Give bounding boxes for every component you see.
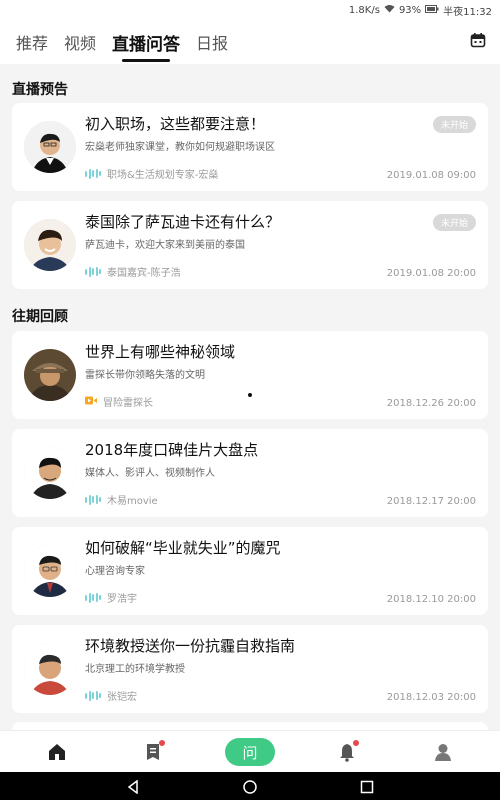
system-nav-bar	[0, 772, 500, 800]
live-time: 2019.01.08 20:00	[386, 268, 476, 279]
host-name: 罗浩宇	[107, 594, 137, 605]
host-name: 泰国嘉宾-陈子浩	[107, 268, 181, 279]
notification-dot	[353, 740, 359, 746]
host-name: 职场&生活规划专家-宏燊	[107, 170, 219, 181]
live-time: 2019.01.08 09:00	[386, 170, 476, 181]
recents-icon[interactable]	[360, 779, 374, 798]
replay-title: 环境教授送你一份抗霾自救指南	[85, 637, 296, 655]
replay-title: 如何破解“毕业就失业”的魔咒	[85, 539, 281, 557]
avatar	[24, 121, 76, 173]
replay-desc: 北京理工的环境学教授	[85, 664, 185, 675]
bottom-nav: 问	[0, 730, 500, 772]
avatar	[24, 643, 76, 695]
tab-live-qa[interactable]: 直播问答	[112, 30, 180, 62]
live-host: 泰国嘉宾-陈子浩	[85, 264, 181, 279]
audio-wave-icon	[85, 168, 101, 179]
avatar	[24, 545, 76, 597]
tab-daily[interactable]: 日报	[196, 30, 228, 54]
replay-desc: 雷探长带你领略失落的文明	[85, 370, 205, 381]
audio-wave-icon	[85, 592, 101, 603]
home-icon[interactable]	[44, 739, 70, 765]
live-card[interactable]: 初入职场，这些都要注意！ 宏燊老师独家课堂，教你如何规避职场误区 职场&生活规划…	[12, 103, 488, 191]
replay-host: 罗浩宇	[85, 590, 137, 605]
replay-host: 木易movie	[85, 492, 158, 507]
profile-icon[interactable]	[430, 739, 456, 765]
replay-card[interactable]: 环境教授送你一份抗霾自救指南 北京理工的环境学教授 张铠宏 2018.12.03…	[12, 625, 488, 713]
replay-title: 2018年度口碑佳片大盘点	[85, 441, 259, 459]
status-bar: 1.8K/s 93% 半夜11:32	[0, 0, 500, 20]
news-icon[interactable]	[140, 739, 166, 765]
replay-card-partial	[12, 722, 488, 730]
live-desc: 萨瓦迪卡，欢迎大家来到美丽的泰国	[85, 240, 245, 251]
avatar	[24, 447, 76, 499]
live-card[interactable]: 泰国除了萨瓦迪卡还有什么？ 萨瓦迪卡，欢迎大家来到美丽的泰国 泰国嘉宾-陈子浩 …	[12, 201, 488, 289]
section-title-upcoming: 直播预告	[12, 82, 68, 98]
video-icon	[85, 396, 97, 408]
live-desc: 宏燊老师独家课堂，教你如何规避职场误区	[85, 142, 275, 153]
replay-host: 张铠宏	[85, 688, 137, 703]
tab-recommend[interactable]: 推荐	[16, 30, 48, 54]
replay-time: 2018.12.10 20:00	[386, 594, 476, 605]
battery-icon	[425, 4, 439, 16]
replay-card[interactable]: 如何破解“毕业就失业”的魔咒 心理咨询专家 罗浩宇 2018.12.10 20:…	[12, 527, 488, 615]
replay-time: 2018.12.17 20:00	[386, 496, 476, 507]
replay-time: 2018.12.03 20:00	[386, 692, 476, 703]
status-badge: 未开始	[432, 214, 476, 231]
replay-desc: 心理咨询专家	[85, 566, 145, 577]
avatar	[24, 349, 76, 401]
touch-indicator	[248, 393, 252, 397]
avatar	[24, 219, 76, 271]
bell-icon[interactable]	[334, 739, 360, 765]
live-title: 泰国除了萨瓦迪卡还有什么？	[85, 213, 281, 231]
battery-level: 93%	[398, 4, 422, 16]
net-speed: 1.8K/s	[348, 4, 380, 16]
replay-card[interactable]: 2018年度口碑佳片大盘点 媒体人、影评人、视频制作人 木易movie 2018…	[12, 429, 488, 517]
audio-wave-icon	[85, 266, 101, 277]
calendar-icon[interactable]	[470, 32, 486, 48]
host-name: 冒险雷探长	[103, 398, 153, 409]
replay-host: 冒险雷探长	[85, 394, 153, 409]
wifi-icon	[384, 4, 395, 16]
back-icon[interactable]	[126, 779, 140, 798]
replay-card[interactable]: 世界上有哪些神秘领域 雷探长带你领略失落的文明 冒险雷探长 2018.12.26…	[12, 331, 488, 419]
section-title-past: 往期回顾	[12, 309, 68, 325]
top-tab-bar: 推荐 视频 直播问答 日报	[0, 20, 500, 64]
audio-wave-icon	[85, 494, 101, 505]
host-name: 张铠宏	[107, 692, 137, 703]
live-title: 初入职场，这些都要注意！	[85, 115, 266, 133]
tab-video[interactable]: 视频	[64, 30, 96, 54]
live-host: 职场&生活规划专家-宏燊	[85, 166, 218, 181]
status-badge: 未开始	[432, 116, 476, 133]
replay-time: 2018.12.26 20:00	[386, 398, 476, 409]
host-name: 木易movie	[107, 496, 158, 507]
home-circle-icon[interactable]	[243, 779, 257, 798]
notification-dot	[159, 740, 165, 746]
ask-button[interactable]: 问	[225, 738, 275, 766]
clock: 半夜11:32	[443, 6, 492, 18]
replay-title: 世界上有哪些神秘领域	[85, 343, 236, 361]
replay-desc: 媒体人、影评人、视频制作人	[85, 468, 215, 479]
audio-wave-icon	[85, 690, 101, 701]
